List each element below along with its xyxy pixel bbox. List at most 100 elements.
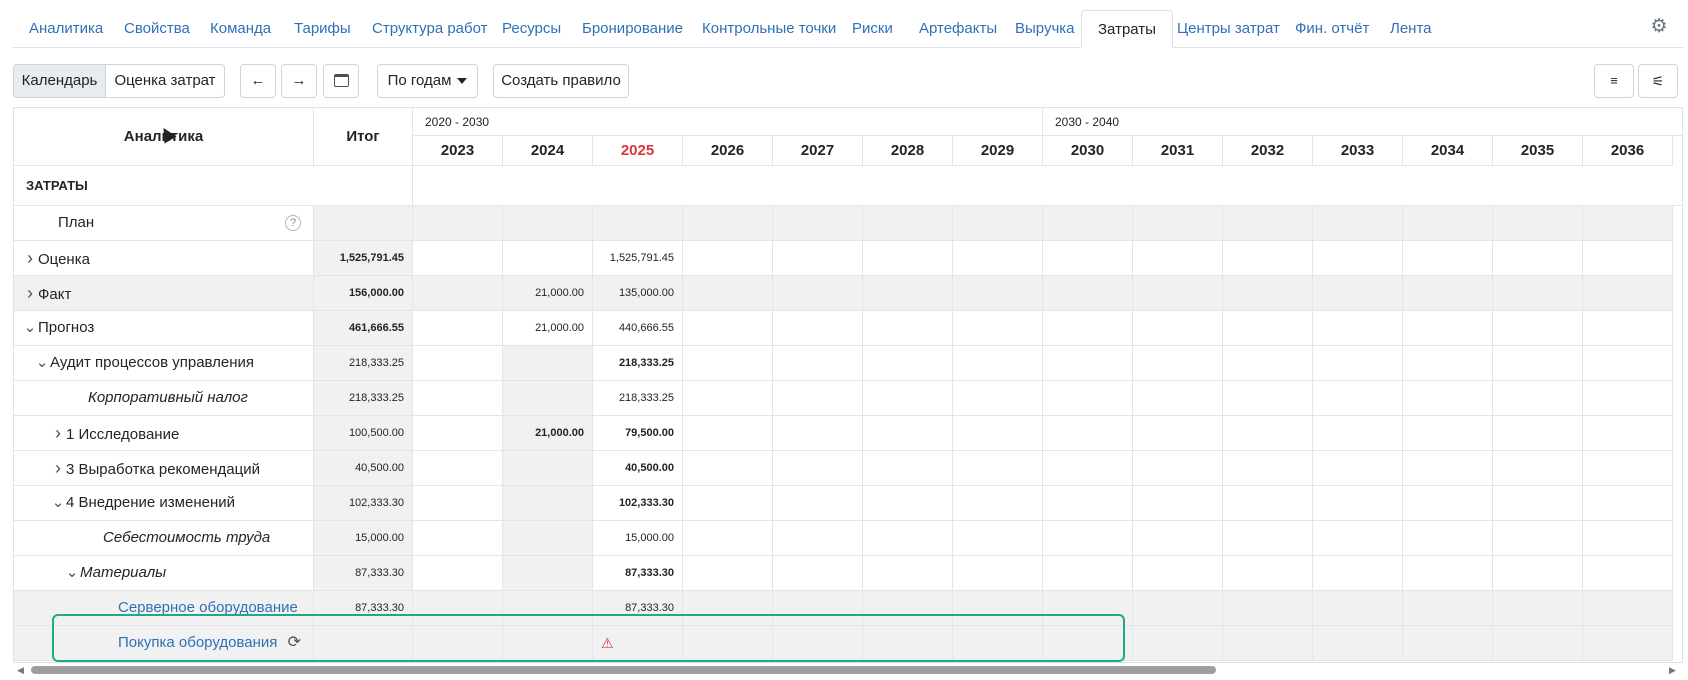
table-row-label[interactable]: › Оценка — [14, 241, 314, 276]
year-cell[interactable] — [1223, 416, 1313, 451]
table-row-label[interactable]: › 3 Выработка рекомендаций — [14, 451, 314, 486]
year-cell[interactable] — [503, 451, 593, 486]
year-cell[interactable] — [1043, 626, 1133, 661]
year-cell[interactable] — [1493, 451, 1583, 486]
year-cell[interactable] — [413, 521, 503, 556]
year-cell[interactable] — [1583, 311, 1673, 346]
chevron-right-icon[interactable]: › — [22, 241, 38, 275]
table-row-label[interactable]: ⌄ 4 Внедрение изменений — [14, 486, 314, 521]
chevron-down-icon[interactable]: ⌄ — [22, 311, 38, 345]
year-cell[interactable] — [503, 486, 593, 521]
chevron-down-icon[interactable]: ⌄ — [50, 486, 66, 520]
year-cell[interactable] — [413, 591, 503, 626]
table-row-label[interactable]: Покупка оборудования ⟳ — [14, 626, 314, 661]
year-cell[interactable] — [1583, 451, 1673, 486]
year-cell[interactable] — [1313, 591, 1403, 626]
year-cell[interactable] — [863, 451, 953, 486]
chevron-down-icon[interactable]: ⌄ — [64, 556, 80, 590]
year-cell[interactable] — [1223, 451, 1313, 486]
year-cell[interactable] — [1043, 486, 1133, 521]
table-row-label[interactable]: Серверное оборудование — [14, 591, 314, 626]
year-cell[interactable] — [773, 276, 863, 311]
create-rule-button[interactable]: Создать правило — [493, 64, 629, 98]
year-cell[interactable] — [1493, 416, 1583, 451]
year-cell[interactable] — [1133, 276, 1223, 311]
year-cell[interactable] — [953, 276, 1043, 311]
year-cell[interactable] — [1043, 381, 1133, 416]
year-cell[interactable] — [503, 556, 593, 591]
year-cell[interactable] — [1493, 311, 1583, 346]
year-cell[interactable] — [1583, 591, 1673, 626]
year-header[interactable]: 2029 — [953, 136, 1043, 166]
year-cell[interactable] — [1133, 486, 1223, 521]
year-cell[interactable] — [953, 521, 1043, 556]
year-cell[interactable] — [413, 206, 503, 241]
year-cell[interactable] — [1403, 556, 1493, 591]
calendar-button[interactable]: Календарь — [13, 64, 106, 98]
scroll-left-icon[interactable]: ◀ — [17, 663, 24, 677]
year-cell[interactable] — [413, 311, 503, 346]
year-cell[interactable] — [953, 346, 1043, 381]
year-cell[interactable] — [1313, 206, 1403, 241]
year-cell[interactable] — [1403, 486, 1493, 521]
year-cell[interactable] — [1493, 556, 1583, 591]
year-cell[interactable] — [953, 206, 1043, 241]
tab-revenue[interactable]: Выручка — [999, 10, 1091, 48]
year-cell[interactable] — [683, 346, 773, 381]
year-cell[interactable]: 102,333.30 — [593, 486, 683, 521]
year-header[interactable]: 2027 — [773, 136, 863, 166]
year-header[interactable]: 2035 — [1493, 136, 1583, 166]
year-cell[interactable]: 440,666.55 — [593, 311, 683, 346]
year-cell[interactable] — [683, 381, 773, 416]
year-header[interactable]: 2032 — [1223, 136, 1313, 166]
year-cell[interactable] — [1583, 486, 1673, 521]
horizontal-scrollbar[interactable]: ◀ ▶ — [13, 663, 1683, 677]
year-cell[interactable] — [1313, 241, 1403, 276]
year-cell[interactable] — [503, 381, 593, 416]
year-cell[interactable] — [953, 241, 1043, 276]
year-cell[interactable] — [1403, 626, 1493, 661]
year-cell[interactable]: 15,000.00 — [593, 521, 683, 556]
year-cell[interactable] — [1043, 591, 1133, 626]
tab-resources[interactable]: Ресурсы — [486, 10, 577, 48]
year-cell[interactable] — [1223, 556, 1313, 591]
year-cell[interactable] — [1133, 591, 1223, 626]
year-cell[interactable] — [503, 346, 593, 381]
year-cell[interactable] — [1313, 451, 1403, 486]
year-header[interactable]: 2024 — [503, 136, 593, 166]
table-row-label[interactable]: Себестоимость труда — [14, 521, 314, 556]
year-cell[interactable] — [773, 416, 863, 451]
year-cell[interactable] — [1313, 486, 1403, 521]
year-header[interactable]: 2030 — [1043, 136, 1133, 166]
year-cell[interactable] — [683, 276, 773, 311]
year-cell[interactable] — [683, 451, 773, 486]
year-cell[interactable] — [1133, 416, 1223, 451]
year-cell[interactable] — [503, 591, 593, 626]
year-cell[interactable] — [1493, 381, 1583, 416]
year-cell[interactable] — [683, 591, 773, 626]
chevron-down-icon[interactable]: ⌄ — [34, 346, 50, 380]
year-cell[interactable] — [953, 451, 1043, 486]
year-cell[interactable] — [1583, 521, 1673, 556]
year-cell[interactable] — [683, 486, 773, 521]
tab-fin-report[interactable]: Фин. отчёт — [1279, 10, 1385, 48]
year-cell[interactable] — [1403, 241, 1493, 276]
year-cell[interactable] — [1223, 311, 1313, 346]
year-cell[interactable]: 218,333.25 — [593, 381, 683, 416]
year-cell[interactable] — [1403, 591, 1493, 626]
year-cell[interactable] — [1493, 486, 1583, 521]
year-cell[interactable]: 21,000.00 — [503, 416, 593, 451]
tab-risks[interactable]: Риски — [836, 10, 909, 48]
filter-button[interactable]: ≡ — [1594, 64, 1634, 98]
year-cell[interactable] — [683, 206, 773, 241]
year-cell[interactable]: 79,500.00 — [593, 416, 683, 451]
year-cell[interactable] — [863, 591, 953, 626]
year-cell[interactable] — [953, 486, 1043, 521]
year-header[interactable]: 2031 — [1133, 136, 1223, 166]
year-cell[interactable] — [1223, 206, 1313, 241]
year-cell[interactable] — [773, 311, 863, 346]
year-header[interactable]: 2028 — [863, 136, 953, 166]
year-cell[interactable] — [863, 626, 953, 661]
year-cell[interactable] — [413, 416, 503, 451]
year-cell[interactable] — [1223, 346, 1313, 381]
